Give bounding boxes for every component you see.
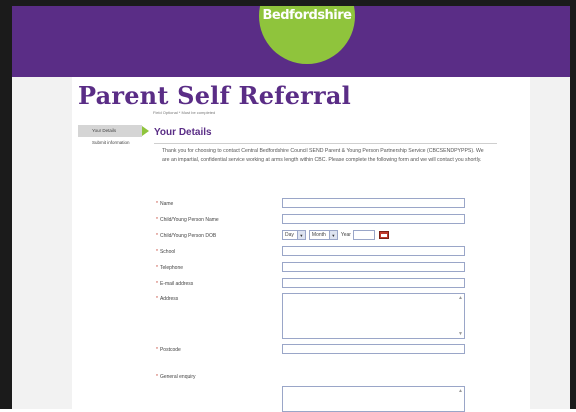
required-mark: * <box>156 217 158 223</box>
field-legend: Field Optional * Must be completed <box>153 110 216 115</box>
nav-item-submit-information[interactable]: Submit information <box>78 137 142 149</box>
general-enquiry-label: * General enquiry <box>156 374 196 380</box>
telephone-field[interactable] <box>282 262 465 272</box>
name-field[interactable] <box>282 198 465 208</box>
general-enquiry-field[interactable]: ▲ <box>282 386 465 412</box>
required-mark: * <box>156 249 158 255</box>
child-name-field[interactable] <box>282 214 465 224</box>
required-mark: * <box>156 233 158 239</box>
postcode-field[interactable] <box>282 344 465 354</box>
address-field[interactable]: ▲ ▼ <box>282 293 465 339</box>
step-navigation: Your Details Submit information <box>78 125 149 149</box>
child-name-label: * Child/Young Person Name <box>156 217 219 223</box>
bezel-right <box>570 0 576 409</box>
required-mark: * <box>156 347 158 353</box>
calendar-icon[interactable] <box>378 231 389 239</box>
dob-month-select[interactable]: Month ▼ <box>308 230 338 240</box>
email-field[interactable] <box>282 278 465 288</box>
dob-day-select[interactable]: Day ▼ <box>282 230 306 240</box>
dob-year-input[interactable] <box>352 230 375 240</box>
scroll-up-icon[interactable]: ▲ <box>458 388 463 394</box>
bezel-left <box>0 0 12 409</box>
postcode-label: * Postcode <box>156 347 181 353</box>
scroll-down-icon[interactable]: ▼ <box>458 331 463 337</box>
intro-text: Thank you for choosing to contact Centra… <box>162 148 484 164</box>
required-mark: * <box>156 374 158 380</box>
content-area: Parent Self Referral Field Optional * Mu… <box>12 77 570 412</box>
dob-year-label: Year <box>340 232 351 238</box>
required-mark: * <box>156 281 158 287</box>
required-mark: * <box>156 201 158 207</box>
logo[interactable]: Bedfordshire <box>259 6 355 64</box>
telephone-label: * Telephone <box>156 265 184 271</box>
screen: Bedfordshire Parent Self Referral Field … <box>0 0 576 412</box>
scroll-up-icon[interactable]: ▲ <box>458 295 463 301</box>
required-mark: * <box>156 296 158 302</box>
name-label: * Name <box>156 201 174 207</box>
page-title: Parent Self Referral <box>78 81 351 110</box>
section-title: Your Details <box>154 127 212 138</box>
required-mark: * <box>156 265 158 271</box>
logo-text: Bedfordshire <box>262 8 352 23</box>
dob-group: Day ▼ Month ▼ Year <box>282 230 389 240</box>
address-label: * Address <box>156 296 179 302</box>
child-dob-label: * Child/Young Person DOB <box>156 233 217 239</box>
chevron-down-icon: ▼ <box>328 231 337 239</box>
site-header: Bedfordshire <box>12 6 570 77</box>
nav-item-your-details[interactable]: Your Details <box>78 125 149 137</box>
email-label: * E-mail address <box>156 281 194 287</box>
school-field[interactable] <box>282 246 465 256</box>
page-panel: Parent Self Referral Field Optional * Mu… <box>72 77 530 412</box>
chevron-down-icon: ▼ <box>296 231 305 239</box>
divider <box>154 143 497 144</box>
school-label: * School <box>156 249 176 255</box>
